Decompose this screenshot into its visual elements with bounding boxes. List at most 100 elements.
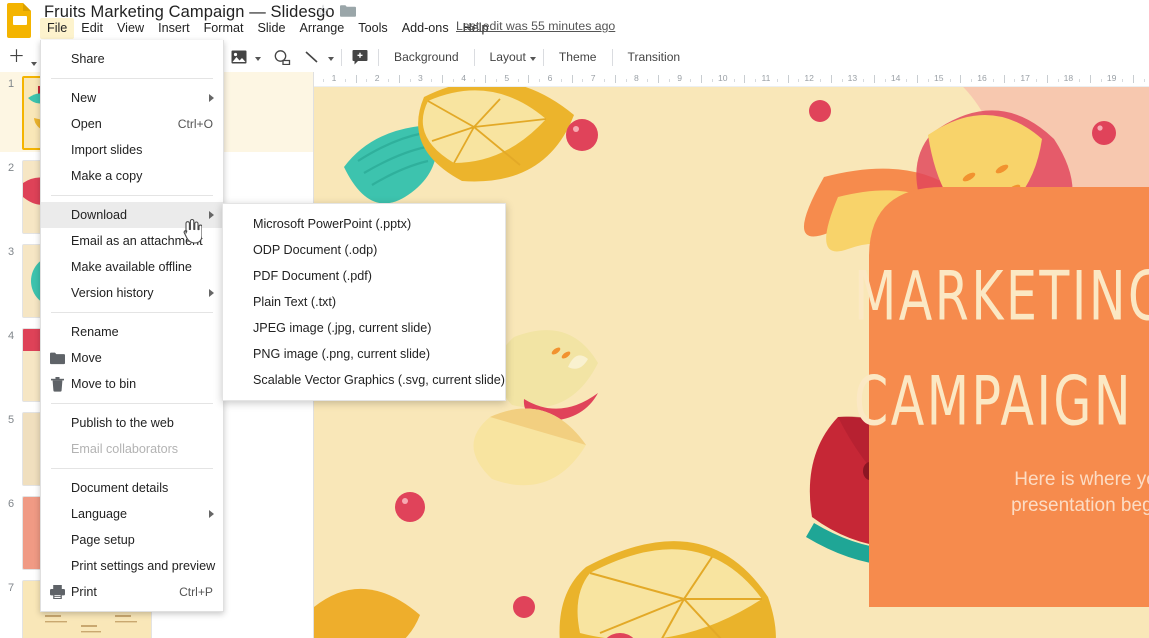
add-comment-icon[interactable] (349, 46, 371, 68)
horizontal-ruler[interactable]: 1234567891011121314151617181920 (314, 72, 1149, 87)
slide-title-line2: CAMPAIGN (854, 362, 1134, 441)
file-menu-item-move[interactable]: Move (41, 345, 223, 371)
ruler-label: 6 (547, 73, 553, 83)
menu-insert[interactable]: Insert (151, 18, 197, 39)
download-item-jpeg-image-jpg-current-slide[interactable]: JPEG image (.jpg, current slide) (223, 315, 505, 341)
menu-view[interactable]: View (110, 18, 151, 39)
toolbar-divider-4 (542, 48, 544, 66)
menu-item-label: Import slides (71, 143, 143, 157)
menu-arrange[interactable]: Arrange (292, 18, 351, 39)
ruler-label: 10 (718, 73, 728, 83)
file-menu-item-publish-to-the-web[interactable]: Publish to the web (41, 410, 223, 436)
transition-button[interactable]: Transition (620, 46, 689, 68)
file-menu-item-share[interactable]: Share (41, 46, 223, 72)
google-slides-logo[interactable] (6, 2, 34, 38)
chevron-right-icon (209, 211, 214, 219)
slide-subtitle-line2: presentation begins (1011, 495, 1149, 516)
menu-slide[interactable]: Slide (250, 18, 292, 39)
file-menu-item-document-details[interactable]: Document details (41, 475, 223, 501)
shape-icon[interactable] (271, 46, 293, 68)
menu-tools[interactable]: Tools (351, 18, 394, 39)
menu-item-label: Language (71, 507, 128, 521)
background-button[interactable]: Background (386, 46, 467, 68)
download-item-plain-text-txt[interactable]: Plain Text (.txt) (223, 289, 505, 315)
ruler-major-tick (485, 75, 487, 83)
slide-number: 6 (7, 498, 15, 510)
ruler-minor-tick (560, 79, 562, 82)
file-menu-item-print-settings-and-preview[interactable]: Print settings and preview (41, 553, 223, 579)
file-menu-item-move-to-bin[interactable]: Move to bin (41, 371, 223, 397)
menu-item-label: PNG image (.png, current slide) (253, 347, 431, 361)
toolbar-divider-5 (611, 48, 613, 66)
ruler-label: 13 (847, 73, 858, 83)
ruler-minor-tick (344, 79, 346, 82)
image-chevron-down-icon[interactable] (255, 48, 261, 66)
file-menu-item-rename[interactable]: Rename (41, 319, 223, 345)
menu-edit[interactable]: Edit (74, 18, 110, 39)
layout-chevron-down-icon[interactable] (529, 48, 536, 66)
new-slide-chevron-down-icon[interactable] (31, 53, 37, 71)
new-slide-icon[interactable]: ＋ (8, 48, 25, 66)
ruler-minor-tick (647, 79, 649, 82)
ruler-minor-tick (1100, 79, 1102, 82)
menu-item-label: Scalable Vector Graphics (.svg, current … (253, 373, 505, 387)
download-item-microsoft-powerpoint-pptx[interactable]: Microsoft PowerPoint (.pptx) (223, 211, 505, 237)
slide-subtitle[interactable]: Here is where your presentation begins (924, 467, 1149, 519)
file-menu-item-language[interactable]: Language (41, 501, 223, 527)
ruler-minor-tick (582, 79, 584, 82)
ruler-major-tick (1003, 75, 1005, 83)
download-item-pdf-document-pdf[interactable]: PDF Document (.pdf) (223, 263, 505, 289)
line-chevron-down-icon[interactable] (328, 48, 334, 66)
file-menu-item-make-a-copy[interactable]: Make a copy (41, 163, 223, 189)
ruler-minor-tick (755, 79, 757, 82)
slide-title[interactable]: MARKETING CAMPAIGN (854, 245, 1149, 455)
ruler-minor-tick (452, 79, 454, 82)
ruler-label: 18 (1063, 73, 1074, 83)
theme-button[interactable]: Theme (551, 46, 605, 68)
ruler-major-tick (614, 75, 616, 83)
file-menu-item-new[interactable]: New (41, 85, 223, 111)
ruler-minor-tick (323, 79, 325, 82)
slide-number: 2 (7, 162, 15, 174)
file-menu-dropdown[interactable]: Share New Open Ctrl+O Import slides Make a co… (40, 40, 224, 612)
download-item-png-image-png-current-slide[interactable]: PNG image (.png, current slide) (223, 341, 505, 367)
toolbar-divider-3 (473, 48, 475, 66)
menu-format[interactable]: Format (197, 18, 251, 39)
menu-item-label: New (71, 91, 97, 105)
slide-title-line1: MARKETING (854, 257, 1149, 337)
chevron-right-icon (209, 289, 214, 297)
ruler-major-tick (355, 75, 357, 83)
layout-button[interactable]: Layout (482, 46, 534, 68)
menu-item-label: ODP Document (.odp) (253, 243, 378, 257)
download-item-scalable-vector-graphics-svg-current-slide[interactable]: Scalable Vector Graphics (.svg, current … (223, 367, 505, 393)
ruler-minor-tick (625, 79, 627, 82)
menu-item-shortcut: Ctrl+O (177, 117, 213, 131)
download-item-odp-document-odp[interactable]: ODP Document (.odp) (223, 237, 505, 263)
file-menu-item-print[interactable]: Print Ctrl+P (41, 579, 223, 605)
ruler-major-tick (874, 75, 875, 83)
ruler-major-tick (787, 75, 789, 83)
toolbar-divider-1 (341, 48, 342, 66)
file-menu-item-page-setup[interactable]: Page setup (41, 527, 223, 553)
ruler-major-tick (398, 75, 400, 83)
menu-item-label: Download (71, 208, 128, 222)
folder-icon[interactable] (340, 4, 356, 18)
last-edit-status[interactable]: Last edit was 55 minutes ago (456, 19, 615, 33)
file-menu-item-open[interactable]: Open Ctrl+O (41, 111, 223, 137)
ruler-label: 5 (504, 73, 510, 83)
ruler-minor-tick (668, 79, 670, 82)
ruler-minor-tick (1014, 79, 1016, 82)
line-icon[interactable] (301, 46, 323, 68)
image-icon[interactable] (228, 46, 250, 68)
menu-add-ons[interactable]: Add-ons (395, 18, 456, 39)
ruler-major-tick (571, 75, 573, 83)
file-menu-item-make-available-offline[interactable]: Make available offline (41, 254, 223, 280)
ruler-minor-tick (884, 79, 886, 82)
ruler-minor-tick (971, 79, 973, 82)
download-submenu[interactable]: Microsoft PowerPoint (.pptx) ODP Document… (222, 203, 506, 401)
menu-file[interactable]: File (40, 17, 75, 39)
file-menu-item-version-history[interactable]: Version history (41, 280, 223, 306)
file-menu-item-import-slides[interactable]: Import slides (41, 137, 223, 163)
ruler-minor-tick (776, 79, 778, 82)
trash-icon (49, 376, 65, 392)
